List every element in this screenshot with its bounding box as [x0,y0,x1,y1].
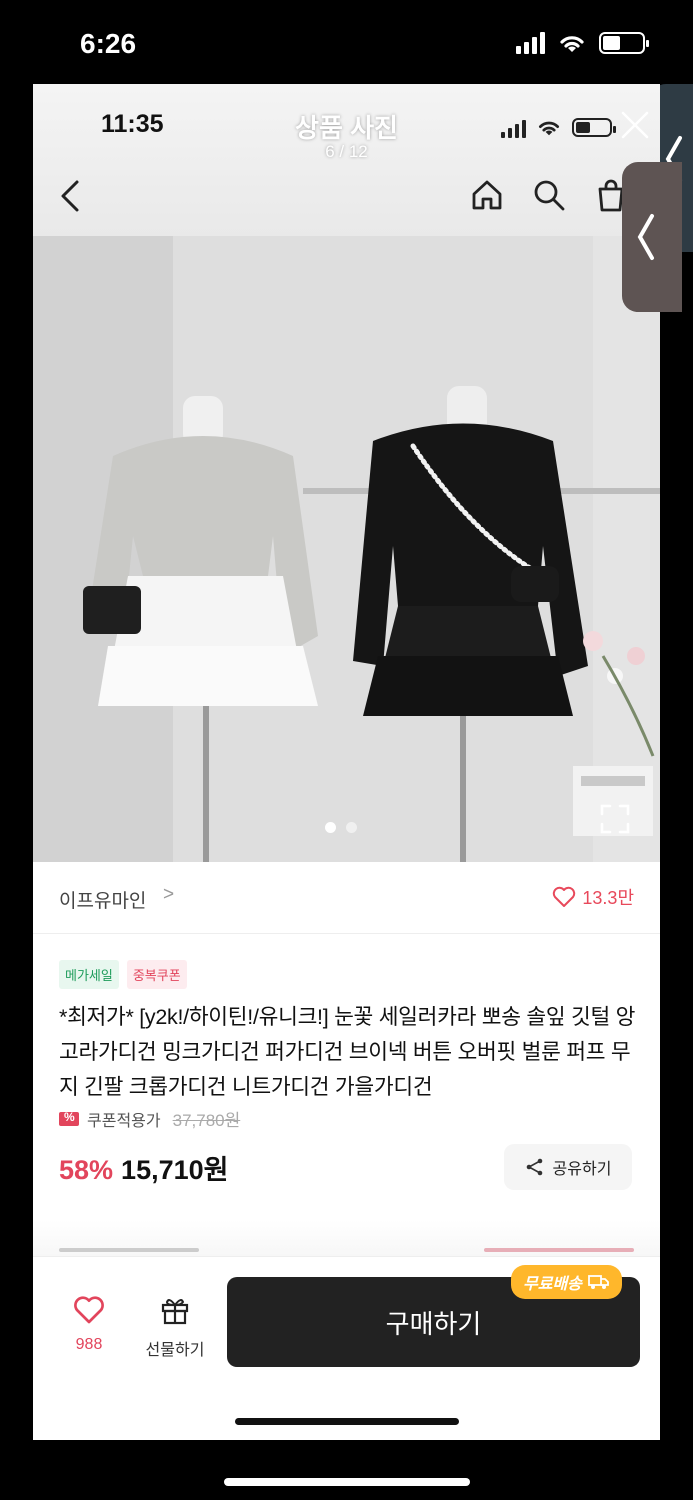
double-coupon-badge: 중복쿠폰 [126,960,187,989]
inner-status-icons [501,116,616,138]
app-screen: 11:35 상품 사진 6 / 12 이프유마인 > 13.3만 메가세일 중복… [33,84,660,1440]
wishlist-button[interactable]: 988 [69,1295,109,1354]
side-panel-tab-secondary[interactable] [622,162,682,312]
bottom-action-bar: 988 선물하기 구매하기 무료배송 [33,1256,660,1440]
product-title: *최저가* [y2k!/하이틴!/유니크!] 눈꽃 세일러카라 뽀송 솔잎 깃털… [59,1005,636,1099]
free-shipping-label: 무료배송 [523,1276,582,1293]
seller-row[interactable]: 이프유마인 > 13.3만 [33,862,660,934]
nav-icons [468,176,630,214]
chevron-right-icon: > [163,884,175,905]
signal-icon [516,32,545,54]
search-icon[interactable] [530,176,568,214]
product-image-mannequins [33,236,660,862]
outer-home-indicator [224,1478,470,1486]
heart-outline-icon [553,886,576,907]
coupon-icon [59,1110,79,1126]
expand-icon[interactable] [598,802,632,836]
heart-outline-icon [74,1296,104,1324]
wifi-icon [538,121,560,135]
mega-sale-badge: 메가세일 [59,960,119,989]
wishlist-count: 988 [75,1336,103,1353]
product-photo[interactable] [33,236,660,862]
close-icon[interactable] [618,108,652,142]
chevron-left-icon [637,214,654,260]
cutoff-next-row [59,1244,634,1256]
outer-status-time: 6:26 [80,28,137,59]
battery-icon [572,117,616,137]
gift-icon [161,1299,189,1325]
outer-status-bar: 6:26 [0,0,693,84]
share-label: 공유하기 [552,1161,612,1178]
inner-home-indicator [235,1418,459,1425]
home-icon[interactable] [468,176,506,214]
battery-icon [599,32,649,54]
signal-icon [501,116,526,138]
gift-label: 선물하기 [145,1342,205,1359]
sale-price: 15,710원 [121,1155,229,1185]
truck-icon [587,1275,609,1289]
gift-button[interactable]: 선물하기 [141,1295,209,1360]
photo-counter: 6 / 12 [325,142,368,161]
pagination-dot [346,822,357,833]
wifi-icon [560,36,584,52]
seller-name[interactable]: 이프유마인 [59,886,146,913]
share-icon [526,1158,542,1176]
likes-counter[interactable]: 13.3만 [552,884,634,910]
promo-badges: 메가세일 중복쿠폰 [59,960,187,989]
viewer-header: 11:35 상품 사진 6 / 12 [33,84,660,236]
outer-status-icons [516,32,649,54]
free-shipping-badge: 무료배송 [511,1265,622,1299]
share-button[interactable]: 공유하기 [504,1144,632,1190]
back-icon[interactable] [55,176,85,216]
price-row: 58% 15,710원 [59,1148,228,1187]
original-price: 37,780원 [172,1111,241,1130]
pagination-dot-active [325,822,336,833]
likes-count: 13.3만 [582,888,634,908]
coupon-label: 쿠폰적용가 [87,1112,161,1130]
coupon-price-row: 쿠폰적용가 37,780원 [59,1106,240,1131]
photo-pagination [325,822,357,833]
discount-rate: 58% [59,1155,114,1185]
